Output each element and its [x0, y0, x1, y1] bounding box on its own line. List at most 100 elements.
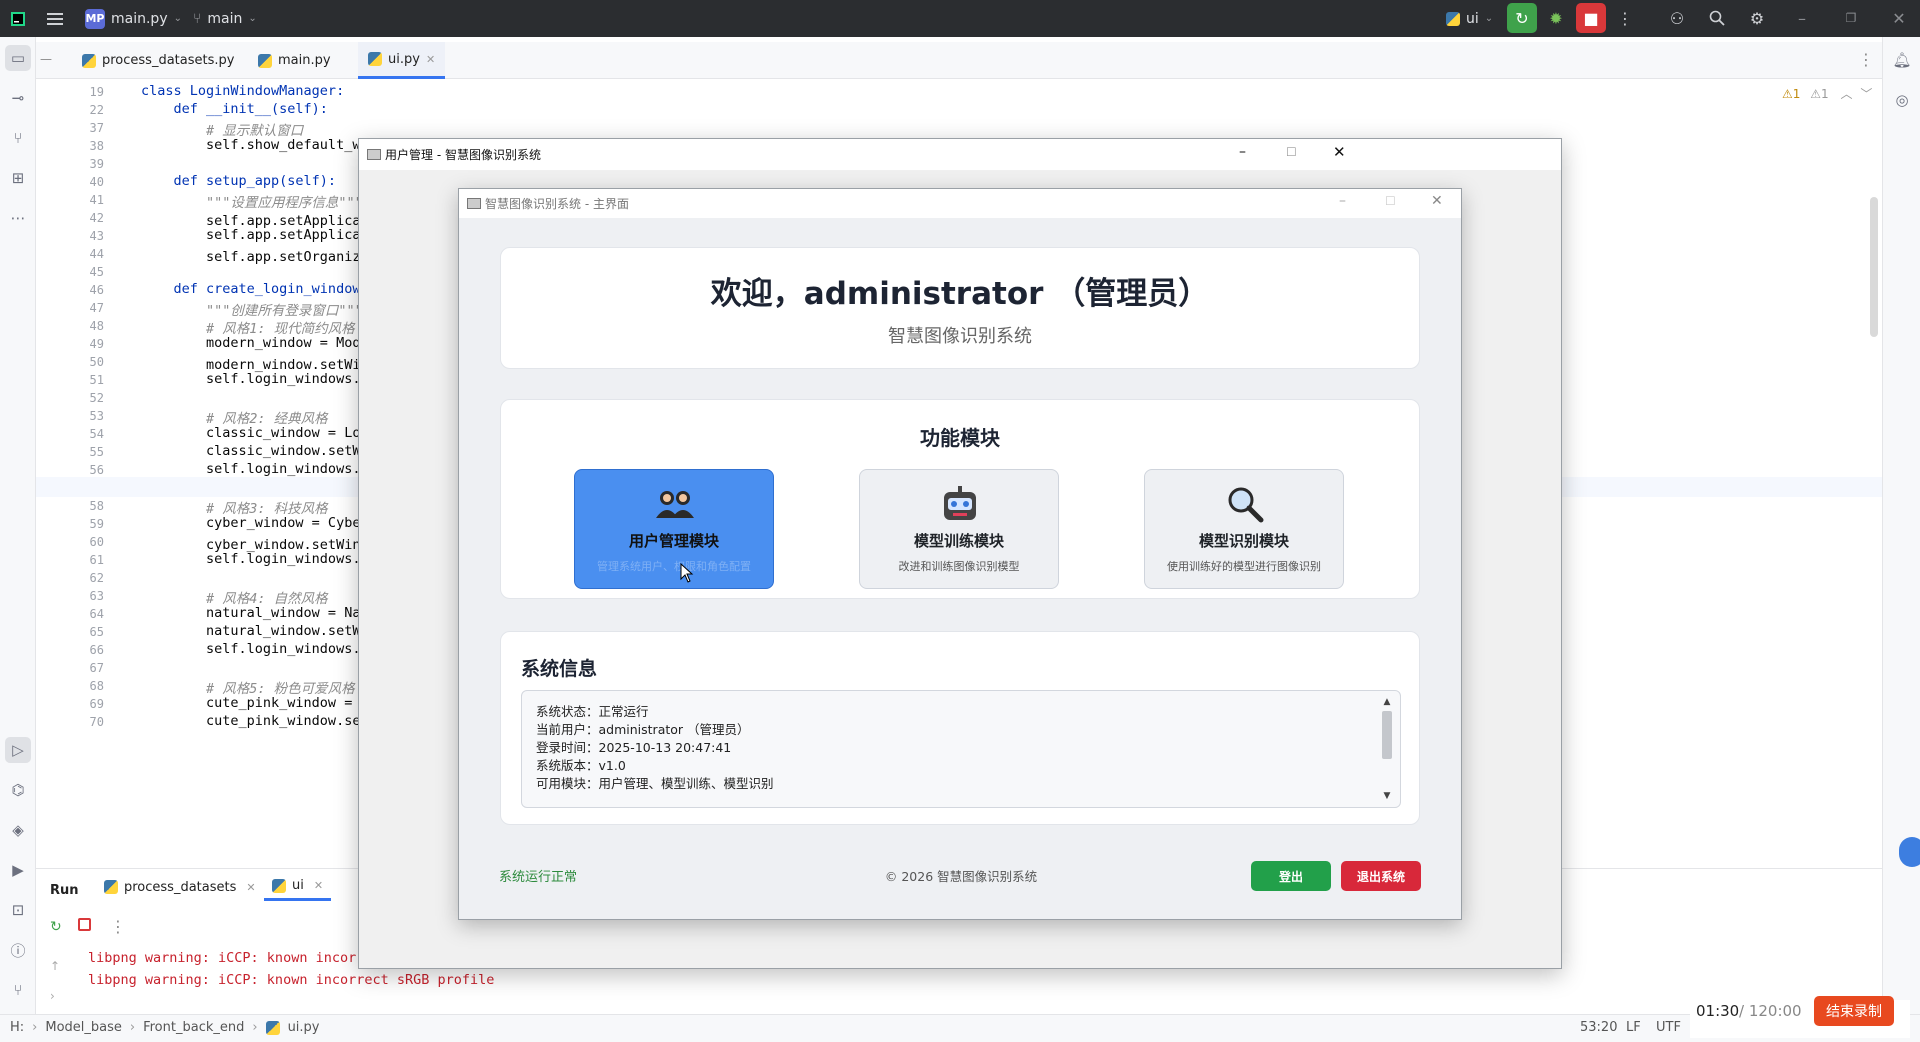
breadcrumb-item[interactable]: H: [10, 1020, 24, 1035]
warning-count: 1 [1792, 87, 1801, 101]
code-line: """创建所有登录窗口""" [141, 303, 363, 319]
ai-assistant-icon[interactable]: ◎ [1889, 87, 1915, 113]
search-button[interactable] [1702, 3, 1732, 33]
more-vertical-icon[interactable]: ⋮ [110, 917, 126, 936]
terminal-icon[interactable]: ⊡ [5, 897, 31, 923]
maximize-icon[interactable]: ☐ [1385, 194, 1396, 208]
line-number: 59 [89, 517, 104, 531]
close-ide-button[interactable]: ✕ [1884, 3, 1914, 33]
main-menu-icon[interactable] [47, 0, 63, 37]
line-number: 47 [89, 301, 104, 315]
project-switcher[interactable]: MP main.py ⌄ [85, 0, 182, 37]
debug-button[interactable]: ✹ [1541, 3, 1571, 33]
line-number: 69 [89, 697, 104, 711]
line-number: 22 [89, 103, 104, 117]
user-management-module-button[interactable]: 用户管理模块 管理系统用户、权限和角色配置 [574, 469, 774, 589]
chevron-down-icon[interactable]: ▼ [1380, 791, 1394, 801]
system-info-box[interactable]: 系统状态：正常运行 当前用户：administrator （管理员） 登录时间：… [521, 690, 1401, 808]
code-line: """设置应用程序信息""" [141, 195, 363, 211]
tab-process-datasets[interactable]: process_datasets.py [82, 42, 234, 79]
problems-icon[interactable]: ⓘ [5, 937, 31, 963]
breadcrumb-item[interactable]: Front_back_end [143, 1020, 244, 1035]
run-tab-ui[interactable]: ui ✕ [264, 873, 332, 901]
python-file-icon [265, 1020, 280, 1035]
model-training-module-button[interactable]: 模型训练模块 改进和训练图像识别模型 [859, 469, 1059, 589]
breadcrumb-item[interactable]: Model_base [45, 1020, 122, 1035]
close-icon[interactable]: ✕ [426, 53, 435, 66]
python-file-icon [258, 53, 272, 68]
line-number: 45 [89, 265, 104, 279]
branch-name: main [207, 10, 243, 27]
side-collapse-handle[interactable] [1899, 837, 1920, 867]
tab-ui[interactable]: ui.py ✕ [358, 42, 446, 79]
outer-window-titlebar[interactable]: 用户管理 - 智慧图像识别系统 – ☐ ✕ [359, 139, 1561, 170]
project-folder-icon[interactable]: ▭ [5, 45, 31, 71]
line-separator[interactable]: LF [1626, 1020, 1641, 1035]
close-icon[interactable]: ✕ [1431, 193, 1443, 209]
maximize-icon[interactable]: ☐ [1286, 145, 1297, 159]
settings-button[interactable]: ⚙ [1742, 3, 1772, 33]
editor-scrollbar[interactable] [1870, 197, 1878, 337]
app-window-titlebar[interactable]: 智慧图像识别系统 - 主界面 – ☐ ✕ [459, 189, 1461, 218]
chevron-up-icon[interactable]: ▲ [1380, 697, 1394, 707]
python-console-icon[interactable]: ⌬ [5, 777, 31, 803]
close-icon[interactable]: ✕ [314, 879, 323, 892]
stop-icon[interactable] [78, 918, 91, 931]
maximize-icon: ❐ [1845, 11, 1857, 25]
python-icon [104, 880, 118, 894]
run-tab-process-datasets[interactable]: process_datasets ✕ [104, 873, 256, 901]
info-line: 系统版本：v1.0 [536, 758, 626, 773]
more-vertical-icon[interactable]: ⋮ [1858, 50, 1874, 69]
logout-button[interactable]: 登出 [1251, 861, 1331, 891]
info-scrollbar[interactable]: ▲ ▼ [1380, 697, 1394, 801]
jetbrains-logo-icon[interactable] [10, 0, 26, 37]
editor-tabs: — process_datasets.py main.py ui.py ✕ ⋮ [36, 42, 1882, 79]
line-number: 61 [89, 553, 104, 567]
file-encoding[interactable]: UTF [1656, 1020, 1681, 1035]
python-icon [272, 878, 286, 893]
notifications-icon[interactable]: 🔔︎ [1889, 47, 1915, 73]
stop-button[interactable]: ■ [1576, 3, 1606, 33]
stop-recording-button[interactable]: 结束录制 [1814, 996, 1894, 1026]
commit-icon[interactable]: ⊸ [5, 85, 31, 111]
minimize-icon[interactable]: – [1239, 144, 1246, 160]
rerun-icon[interactable]: ↻ [50, 919, 62, 935]
scroll-up-icon[interactable]: ↑ [50, 959, 60, 973]
git-icon[interactable]: ⑂ [5, 977, 31, 1003]
chevron-down-icon[interactable]: ﹀ [1860, 87, 1872, 101]
right-tool-window-bar: 🔔︎ ◎ [1882, 37, 1920, 1014]
line-number: 37 [89, 121, 104, 135]
close-icon[interactable]: ✕ [246, 881, 255, 894]
line-number: 39 [89, 157, 104, 171]
collapse-icon[interactable]: — [40, 52, 52, 66]
services-icon[interactable]: ▶ [5, 857, 31, 883]
tab-main[interactable]: main.py [258, 42, 331, 79]
run-config-selector[interactable]: ui ⌄ [1446, 0, 1493, 37]
project-badge: MP [85, 8, 105, 29]
status-bar: H: › Model_base › Front_back_end › ui.py 53… [0, 1014, 1920, 1042]
run-tool-icon[interactable]: ▷ [5, 737, 31, 763]
minimize-icon[interactable]: – [1339, 193, 1346, 209]
model-recognition-module-button[interactable]: 模型识别模块 使用训练好的模型进行图像识别 [1144, 469, 1344, 589]
outer-window-title: 用户管理 - 智慧图像识别系统 [385, 148, 541, 162]
more-actions-button[interactable]: ⋮ [1610, 3, 1640, 33]
inspection-widget[interactable]: ⚠1 ⚠1 ︿ ﹀ [1782, 85, 1872, 102]
layers-icon[interactable]: ◈ [5, 817, 31, 843]
scroll-thumb[interactable] [1382, 711, 1392, 759]
caret-position[interactable]: 53:20 [1580, 1020, 1617, 1035]
more-tools-icon[interactable]: ⋯ [5, 205, 31, 231]
exit-system-button[interactable]: 退出系统 [1341, 861, 1421, 891]
pull-requests-icon[interactable]: ⑂ [5, 125, 31, 151]
structure-icon[interactable]: ⊞ [5, 165, 31, 191]
maximize-ide-button[interactable]: ❐ [1836, 3, 1866, 33]
line-number: 40 [89, 175, 104, 189]
code-with-me-button[interactable]: ⚇ [1662, 3, 1692, 33]
close-icon[interactable]: ✕ [1333, 143, 1346, 161]
rerun-button[interactable]: ↻ [1507, 3, 1537, 33]
minimize-ide-button[interactable]: – [1787, 3, 1817, 33]
chevron-up-icon[interactable]: ︿ [1840, 87, 1852, 101]
branch-switcher[interactable]: ⑂ main ⌄ [193, 0, 257, 37]
line-number: 38 [89, 139, 104, 153]
breadcrumb-item[interactable]: ui.py [288, 1020, 320, 1035]
expand-icon[interactable]: › [50, 989, 55, 1003]
